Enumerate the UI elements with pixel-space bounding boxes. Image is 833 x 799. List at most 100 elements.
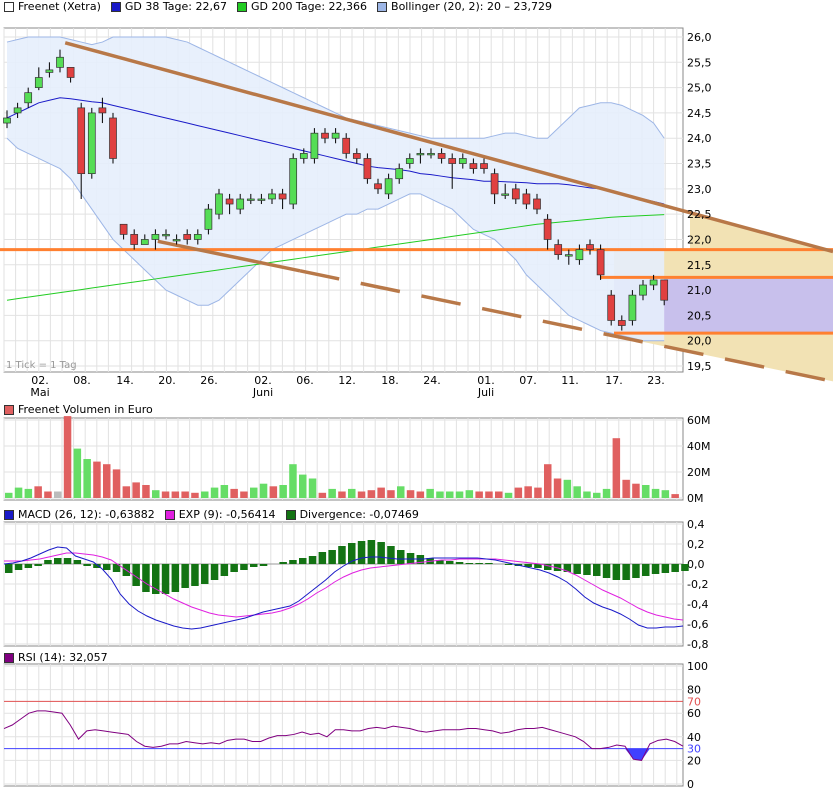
price-axis-label: 20,5 [687, 309, 712, 322]
volume-bar [367, 490, 376, 498]
candle-body [374, 183, 382, 190]
volume-bar [328, 488, 336, 498]
candle-body [87, 112, 96, 175]
volume-bar [455, 491, 464, 498]
legend-label-ma200: GD 200 Tage: 22,366 [250, 0, 368, 13]
candle-body [299, 153, 308, 159]
divergence-bar [44, 560, 52, 564]
x-axis-label: 07. [519, 374, 537, 387]
divergence-bar [622, 564, 630, 580]
divergence-bar [485, 563, 493, 564]
candle-body [278, 193, 287, 200]
volume-bar [112, 469, 121, 498]
price-axis-label: 20,0 [687, 335, 712, 348]
candle-body [342, 137, 351, 154]
volume-bar [152, 490, 160, 498]
volume-bar [230, 488, 238, 498]
volume-bar [416, 491, 425, 498]
divergence-bar [201, 564, 209, 584]
divergence-bar [504, 564, 513, 565]
volume-bar [142, 485, 150, 498]
x-axis-label: 26. [200, 374, 218, 387]
candle-body [363, 158, 372, 180]
divergence-bar [367, 540, 376, 564]
divergence-bar [289, 560, 297, 564]
divergence-bar [377, 542, 385, 564]
volume-bar [612, 438, 621, 498]
divergence-bar [583, 564, 591, 575]
candle-body [34, 77, 43, 88]
candle-body [119, 223, 128, 235]
candle-body [151, 234, 160, 240]
volume-bar [661, 490, 670, 498]
divergence-bar [612, 564, 621, 580]
volume-bar [553, 478, 562, 498]
divergence-bar [161, 564, 170, 594]
candle-body [172, 239, 181, 242]
volume-bar [181, 491, 189, 498]
divergence-bar [5, 564, 13, 573]
panel-rsi [3, 663, 684, 787]
candle-body [236, 198, 245, 210]
volume-bar [504, 492, 513, 498]
x-axis-label: 06. [296, 374, 314, 387]
legend-rsi: RSI (14): 32,057 [4, 651, 118, 665]
candle-body [522, 193, 531, 205]
legend-label-ma38: GD 38 Tage: 22,67 [124, 0, 227, 13]
candle-body [310, 132, 319, 159]
price-axis-label: 22,0 [687, 233, 712, 246]
candle-body [469, 163, 478, 169]
candle-body [617, 320, 626, 326]
price-axis-label: 21,0 [687, 284, 712, 297]
volume-axis-label: 0M [687, 492, 704, 505]
volume-bar [201, 491, 209, 498]
candle-body [649, 279, 658, 286]
x-axis-label: 20. [158, 374, 176, 387]
candle-body [427, 153, 435, 156]
candle-body [289, 158, 298, 205]
candle-body [352, 153, 361, 159]
volume-bar [534, 487, 542, 498]
candle-body [533, 198, 541, 210]
volume-bar [83, 459, 91, 498]
volume-bar [122, 486, 131, 498]
divergence-bar [671, 564, 679, 572]
volume-bar [446, 491, 454, 498]
divergence-bar [191, 564, 199, 586]
divergence-bar [24, 564, 33, 568]
candle-body [215, 193, 223, 215]
volume-bar [632, 483, 640, 498]
candle-body [193, 234, 202, 240]
volume-bar [377, 487, 385, 498]
legend-swatch-volume [4, 405, 14, 415]
legend-label-bollinger: Bollinger (20, 2): 20 – 23,729 [391, 0, 552, 13]
candle-body [183, 234, 192, 240]
candle-body [511, 188, 520, 200]
candle-body [596, 249, 605, 276]
x-axis-month: Juli [477, 386, 494, 399]
price-axis-label: 23,5 [687, 158, 712, 171]
candle-body [56, 56, 64, 68]
divergence-bar [210, 564, 219, 580]
volume-bar [171, 491, 180, 498]
divergence-bar [593, 564, 601, 576]
volume-bar [54, 491, 62, 498]
volume-bar [563, 479, 572, 498]
divergence-bar [250, 564, 258, 567]
macd-axis-label: -0,2 [687, 578, 708, 591]
legend-swatch-divergence [285, 510, 296, 520]
volume-bar [338, 491, 346, 498]
legend-macd: MACD (26, 12): -0,63882 EXP (9): -0,5641… [4, 508, 429, 522]
volume-bar [161, 491, 170, 498]
divergence-bar [220, 564, 229, 576]
x-axis-label: 23. [647, 374, 665, 387]
divergence-bar [240, 564, 248, 570]
candle-body [13, 107, 22, 114]
divergence-bar [152, 564, 160, 594]
candle-body [321, 132, 329, 139]
volume-axis-label: 60M [687, 414, 711, 427]
volume-bar [308, 478, 317, 498]
candle-body [448, 158, 457, 164]
legend-swatch-exp [164, 510, 175, 520]
candle-body [45, 69, 54, 73]
